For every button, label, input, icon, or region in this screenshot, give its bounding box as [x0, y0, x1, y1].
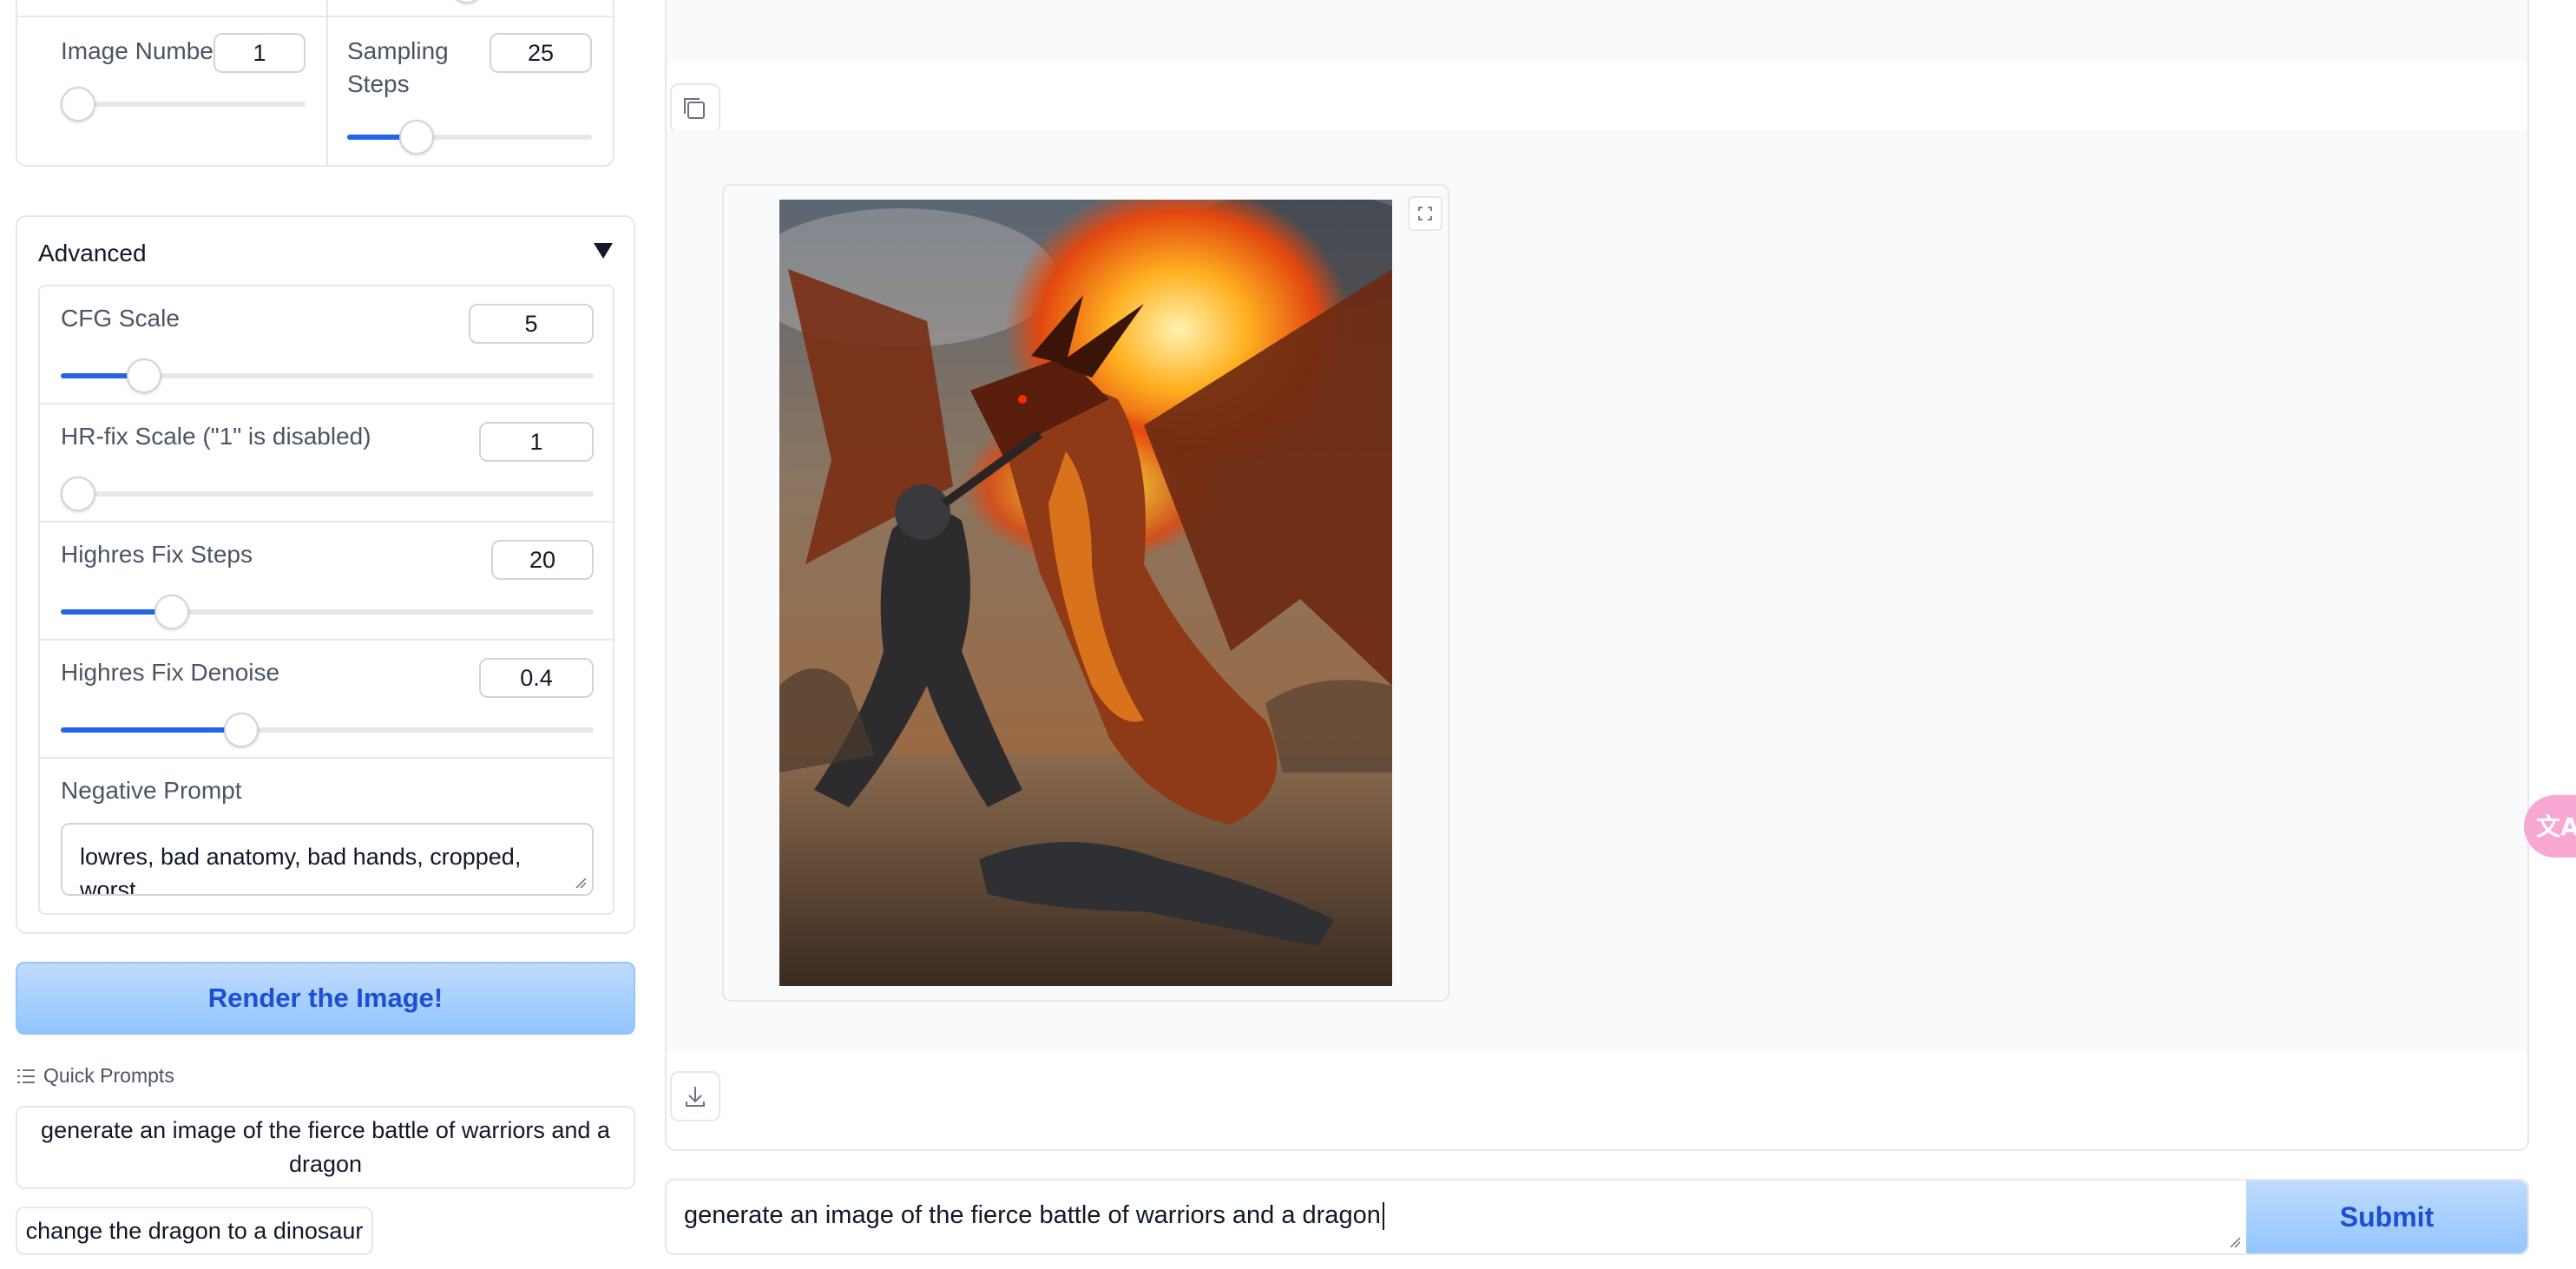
column-divider	[326, 0, 328, 167]
slider-knob-partial[interactable]	[451, 0, 483, 3]
image-number-label: Image Number	[61, 37, 222, 64]
hr-fix-scale-slider-knob[interactable]	[61, 477, 95, 511]
quick-prompt-item[interactable]: change the dragon to a dinosaur	[16, 1207, 373, 1255]
chatbot-panel	[665, 0, 2529, 1151]
hr-fix-scale-input[interactable]: 1	[479, 422, 594, 462]
negative-prompt-label: Negative Prompt	[61, 777, 242, 804]
row-divider	[17, 16, 613, 17]
user-message-band	[667, 0, 2527, 62]
row-divider	[40, 403, 613, 404]
generated-image[interactable]	[779, 200, 1392, 986]
chat-input[interactable]: generate an image of the fierce battle o…	[684, 1201, 2229, 1231]
highres-fix-steps-input[interactable]: 20	[491, 540, 594, 580]
generation-settings-panel: Image Number 1 Sampling Steps 25	[16, 0, 614, 167]
row-divider	[40, 521, 613, 523]
negative-prompt-line1: lowres, bad anatomy, bad hands, cropped,…	[80, 844, 522, 896]
copy-button[interactable]	[670, 83, 720, 134]
row-divider	[40, 757, 613, 759]
render-image-button[interactable]: Render the Image!	[16, 962, 635, 1035]
highres-fix-denoise-slider-knob[interactable]	[224, 713, 259, 747]
negative-prompt-textarea[interactable]: lowres, bad anatomy, bad hands, cropped,…	[61, 823, 594, 896]
highres-fix-denoise-label: Highres Fix Denoise	[61, 659, 280, 686]
sampling-steps-slider[interactable]	[347, 135, 592, 140]
quick-prompt-item-line1: change the dragon to a dinosaur	[25, 1218, 364, 1244]
image-number-slider[interactable]	[61, 102, 306, 107]
row-divider	[40, 639, 613, 641]
copy-icon	[684, 98, 705, 119]
translate-icon: 文A	[2536, 812, 2576, 841]
hr-fix-scale-label: HR-fix Scale ("1" is disabled)	[61, 423, 371, 450]
translate-bubble[interactable]: 文A	[2524, 795, 2576, 858]
cfg-scale-slider-knob[interactable]	[127, 358, 161, 393]
sampling-steps-label-line1: Sampling	[347, 37, 449, 64]
sampling-steps-label: Sampling Steps	[347, 35, 449, 101]
advanced-inner-group: CFG Scale 5 HR-fix Scale ("1" is disable…	[38, 285, 614, 915]
list-icon	[17, 1069, 35, 1083]
quick-prompt-item[interactable]: generate an image of the fierce battle o…	[16, 1106, 635, 1189]
image-number-slider-knob[interactable]	[61, 87, 95, 122]
advanced-accordion: Advanced CFG Scale 5 HR-fix Scale ("1" i…	[16, 215, 635, 934]
sampling-steps-input[interactable]: 25	[490, 33, 592, 73]
fullscreen-button[interactable]	[1408, 196, 1442, 231]
text-caret	[1382, 1202, 1384, 1231]
highres-fix-steps-label: Highres Fix Steps	[61, 541, 253, 568]
chat-input-value: generate an image of the fierce battle o…	[684, 1201, 1381, 1229]
resize-handle-icon[interactable]	[575, 877, 587, 889]
quick-prompt-item-line2: dragon	[288, 1151, 363, 1177]
download-button[interactable]	[670, 1071, 720, 1121]
quick-prompts-title: Quick Prompts	[43, 1064, 174, 1087]
submit-button[interactable]: Submit	[2246, 1180, 2527, 1253]
advanced-title[interactable]: Advanced	[38, 240, 147, 267]
highres-fix-steps-slider[interactable]	[61, 609, 594, 615]
sampling-steps-slider-knob[interactable]	[399, 120, 434, 155]
highres-fix-denoise-input[interactable]: 0.4	[479, 658, 594, 698]
quick-prompt-item-line1: generate an image of the fierce battle o…	[41, 1117, 610, 1143]
highres-fix-steps-slider-knob[interactable]	[154, 595, 189, 629]
cfg-scale-input[interactable]: 5	[469, 304, 594, 344]
image-card	[722, 184, 1449, 1002]
highres-fix-denoise-slider-fill	[61, 727, 243, 733]
sampling-steps-label-line2: Steps	[347, 70, 410, 97]
download-icon	[686, 1087, 705, 1107]
svg-text:文A: 文A	[2536, 812, 2576, 841]
dragon-battle-image	[779, 200, 1392, 986]
hr-fix-scale-slider[interactable]	[61, 491, 594, 496]
image-number-input[interactable]: 1	[214, 33, 306, 73]
chevron-down-icon[interactable]	[594, 243, 613, 259]
cfg-scale-label: CFG Scale	[61, 305, 180, 332]
highres-fix-denoise-slider[interactable]	[61, 727, 594, 733]
fullscreen-icon	[1418, 207, 1432, 220]
chat-input-bar: generate an image of the fierce battle o…	[665, 1179, 2529, 1255]
resize-handle-icon[interactable]	[2229, 1236, 2241, 1248]
